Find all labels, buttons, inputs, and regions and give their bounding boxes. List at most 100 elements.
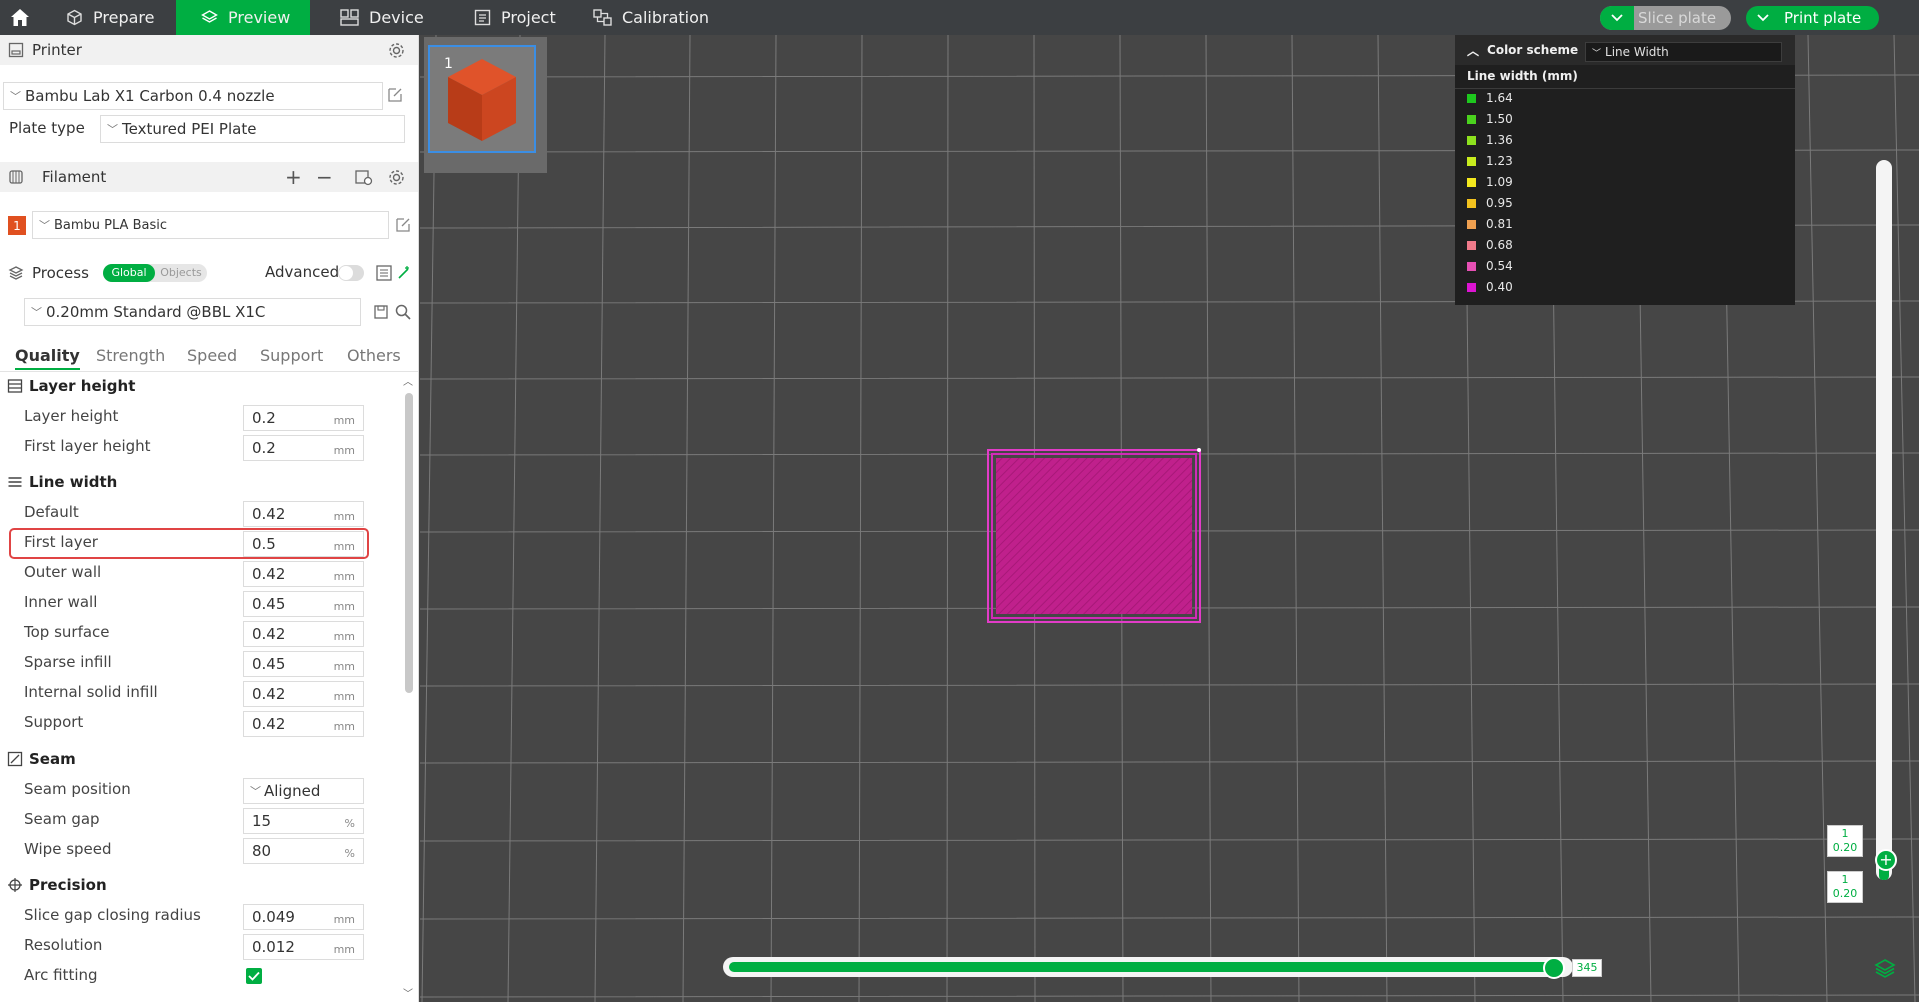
layer-bottom-number: 1 (1841, 873, 1849, 886)
line-width-inner-wall-label: Inner wall (24, 593, 98, 611)
device-icon (340, 9, 359, 26)
layer-bottom-badge: 1 0.20 (1827, 871, 1863, 903)
tab-preview[interactable]: Preview (176, 0, 310, 35)
slice-gap-closing-radius-input[interactable]: 0.049 mm (243, 904, 364, 930)
process-section-header: Process Global Objects Advanced (0, 258, 418, 288)
layer-slider-track[interactable] (1876, 160, 1892, 880)
line-width-inner-wall-input[interactable]: 0.45 mm (243, 591, 364, 617)
tab-support[interactable]: Support (260, 346, 323, 365)
legend-value: 0.68 (1486, 238, 1513, 252)
edit-icon[interactable] (386, 86, 404, 104)
legend-item: 0.68 (1467, 238, 1513, 252)
toggle-global[interactable]: Global (103, 264, 155, 282)
tab-speed[interactable]: Speed (187, 346, 237, 365)
line-width-internal-solid-infill-value: 0.42 (252, 685, 286, 703)
slice-gap-closing-radius-value: 0.049 (252, 908, 295, 926)
process-preset-select[interactable]: ﹀ 0.20mm Standard @BBL X1C (24, 298, 361, 326)
legend-item: 1.36 (1467, 133, 1513, 147)
first-layer-toolpath (987, 448, 1201, 623)
line-width-support-input[interactable]: 0.42 mm (243, 711, 364, 737)
legend-value: 1.23 (1486, 154, 1513, 168)
plate-type-select[interactable]: ﹀ Textured PEI Plate (100, 115, 405, 143)
filament-sync-icon[interactable] (355, 169, 373, 186)
chevron-up-icon[interactable]: ︿ (1467, 42, 1479, 59)
unit-label: mm (333, 660, 355, 673)
line-width-outer-wall-input[interactable]: 0.42 mm (243, 561, 364, 587)
plate-type-value: Textured PEI Plate (122, 120, 257, 138)
legend-item: 1.09 (1467, 175, 1513, 189)
tab-others[interactable]: Others (347, 346, 401, 365)
process-tabs: Quality Strength Speed Support Others (0, 340, 418, 372)
chevron-down-icon: ﹀ (250, 785, 261, 798)
print-dropdown-chevron[interactable] (1746, 6, 1780, 30)
remove-filament-icon[interactable]: − (316, 165, 333, 189)
search-icon[interactable] (394, 303, 412, 321)
chevron-down-icon (1611, 14, 1623, 22)
plate-thumbnail[interactable]: 1 (428, 45, 536, 153)
unit-label: mm (333, 510, 355, 523)
print-plate-label: Print plate (1784, 9, 1862, 27)
layer-slider-knob[interactable]: + (1875, 849, 1897, 871)
advanced-label: Advanced (265, 263, 340, 281)
scrollbar-thumb[interactable] (405, 393, 413, 693)
toggle-objects[interactable]: Objects (155, 264, 207, 282)
advanced-toggle[interactable] (338, 265, 364, 281)
line-width-internal-solid-infill-label: Internal solid infill (24, 683, 158, 701)
scroll-down-icon[interactable]: ﹀ (403, 985, 413, 1000)
scroll-up-icon[interactable]: ︿ (403, 373, 413, 388)
first-layer-height-input[interactable]: 0.2 mm (243, 435, 364, 461)
line-width-internal-solid-infill-input[interactable]: 0.42 mm (243, 681, 364, 707)
layer-height-icon (7, 379, 23, 393)
wipe-speed-input[interactable]: 80 % (243, 838, 364, 864)
legend-value: 1.36 (1486, 133, 1513, 147)
process-preset-value: 0.20mm Standard @BBL X1C (46, 303, 266, 321)
seam-position-select[interactable]: ﹀ Aligned (243, 778, 364, 804)
home-button[interactable] (0, 0, 40, 35)
arc-fitting-label: Arc fitting (24, 966, 98, 984)
color-scheme-select[interactable]: ﹀ Line Width (1585, 42, 1782, 62)
layer-height-input[interactable]: 0.2 mm (243, 405, 364, 431)
top-toolbar: Prepare Preview Device Project Calibrati… (0, 0, 1919, 35)
unit-label: mm (333, 414, 355, 427)
arc-fitting-checkbox[interactable] (246, 968, 262, 984)
settings-scrollbar[interactable]: ︿ ﹀ (402, 373, 414, 1002)
process-magic-icon[interactable] (396, 265, 412, 281)
seam-gap-input[interactable]: 15 % (243, 808, 364, 834)
move-position-badge: 345 (1572, 959, 1602, 977)
filament-settings-gear-icon[interactable] (388, 169, 405, 186)
tab-prepare[interactable]: Prepare (46, 0, 170, 35)
tab-project[interactable]: Project (474, 0, 584, 35)
line-width-outer-wall-label: Outer wall (24, 563, 102, 581)
save-icon[interactable] (372, 303, 390, 321)
process-compare-icon[interactable] (376, 265, 392, 281)
slice-dropdown-chevron[interactable] (1600, 6, 1634, 30)
layers-view-icon[interactable] (1874, 957, 1896, 979)
legend-value: 0.40 (1486, 280, 1513, 294)
process-layers-icon (8, 266, 24, 280)
first-layer-highlight-box (9, 528, 369, 559)
filament-slot-badge[interactable]: 1 (8, 216, 26, 235)
line-width-top-surface-input[interactable]: 0.42 mm (243, 621, 364, 647)
printer-settings-gear-icon[interactable] (388, 42, 405, 59)
legend-swatch (1467, 240, 1476, 250)
line-width-support-value: 0.42 (252, 715, 286, 733)
printer-model-select[interactable]: ﹀ Bambu Lab X1 Carbon 0.4 nozzle (3, 82, 383, 110)
seam-gap-value: 15 (252, 812, 272, 830)
tab-strength[interactable]: Strength (96, 346, 165, 365)
resolution-input[interactable]: 0.012 mm (243, 934, 364, 960)
tab-quality[interactable]: Quality (15, 346, 80, 370)
tab-device[interactable]: Device (340, 0, 450, 35)
move-slider-knob[interactable] (1543, 957, 1565, 979)
add-filament-icon[interactable]: + (285, 165, 302, 189)
line-width-default-input[interactable]: 0.42 mm (243, 501, 364, 527)
legend-swatch (1467, 219, 1476, 229)
legend-swatch (1467, 177, 1476, 187)
legend-header-label: Color scheme (1487, 43, 1579, 57)
slice-plate-button[interactable]: Slice plate (1600, 6, 1731, 30)
line-width-sparse-infill-input[interactable]: 0.45 mm (243, 651, 364, 677)
filament-select[interactable]: ﹀ Bambu PLA Basic (32, 211, 389, 239)
print-plate-button[interactable]: Print plate (1746, 6, 1879, 30)
tab-calibration[interactable]: Calibration (593, 0, 723, 35)
edit-icon[interactable] (394, 216, 412, 234)
global-objects-toggle[interactable]: Global Objects (103, 264, 207, 282)
